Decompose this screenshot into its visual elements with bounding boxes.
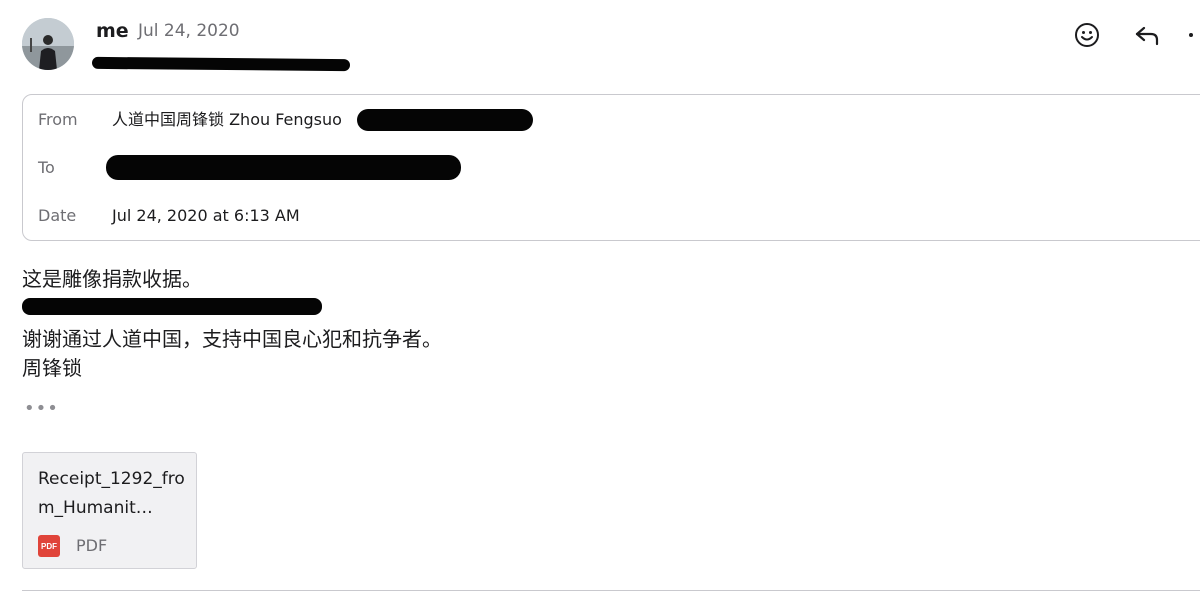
sender-name: me <box>96 20 129 42</box>
redaction-mark <box>22 298 322 315</box>
from-label: From <box>38 110 78 129</box>
message-details-box: From 人道中国周锋锁 Zhou Fengsuo To ja Date Jul… <box>22 94 1200 241</box>
show-quoted-text-button[interactable]: ••• <box>24 398 59 419</box>
reply-button[interactable] <box>1130 18 1164 52</box>
redaction-mark <box>106 155 461 180</box>
redaction-mark <box>357 109 533 131</box>
more-button[interactable] <box>1182 18 1200 52</box>
attachment-filetype: PDF <box>76 536 108 555</box>
from-value[interactable]: 人道中国周锋锁 Zhou Fengsuo <box>112 108 342 132</box>
emoji-reaction-button[interactable] <box>1070 18 1104 52</box>
redaction-mark <box>91 56 351 72</box>
email-message-view: me Jul 24, 2020 From 人道中国周锋锁 Zhou Fengsu… <box>0 0 1200 598</box>
body-line: 周锋锁 <box>22 356 82 380</box>
reply-icon <box>1135 26 1159 46</box>
attachment-filename: Receipt_1292_from_Humanit… <box>38 469 185 518</box>
emoji-icon <box>1075 23 1099 47</box>
divider <box>22 590 1200 591</box>
pdf-icon: PDF <box>38 535 60 557</box>
body-line: 这是雕像捐款收据。 <box>22 267 202 291</box>
body-line: 谢谢通过人道中国，支持中国良心犯和抗争者。 <box>22 327 442 351</box>
date-value: Jul 24, 2020 at 6:13 AM <box>112 206 300 225</box>
to-label: To <box>38 158 55 177</box>
message-date: Jul 24, 2020 <box>138 21 240 41</box>
date-label: Date <box>38 206 77 225</box>
avatar-photo <box>22 18 74 70</box>
more-icon <box>1189 33 1193 37</box>
attachment-card[interactable]: Receipt_1292_from_Humanit… PDF PDF <box>22 452 197 569</box>
sender-avatar[interactable] <box>22 18 74 70</box>
